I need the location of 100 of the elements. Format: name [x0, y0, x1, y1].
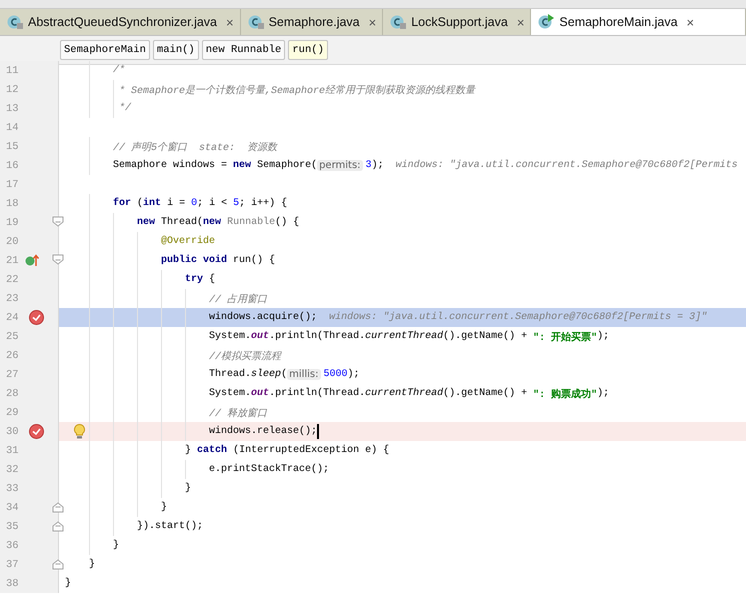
- lightbulb-icon[interactable]: [74, 424, 85, 439]
- close-icon[interactable]: ×: [368, 14, 376, 30]
- code-token: out: [251, 331, 270, 342]
- line-number: 19: [5, 216, 19, 228]
- code-token: */: [119, 103, 132, 114]
- line-number: 23: [5, 292, 19, 304]
- parameter-hint: permits:: [317, 160, 363, 171]
- fold-marker-icon[interactable]: [52, 501, 64, 513]
- locked-class-icon: [6, 14, 23, 30]
- line-number: 12: [5, 84, 19, 96]
- close-icon[interactable]: ×: [516, 14, 524, 30]
- code-token: }).start();: [137, 521, 204, 532]
- code-token: new: [203, 217, 222, 228]
- code-token: }: [185, 445, 192, 456]
- code-token: 0: [191, 198, 198, 209]
- line-number: 32: [5, 464, 19, 476]
- line-number: 25: [5, 330, 19, 342]
- code-token: (InterruptedException e) {: [232, 445, 390, 456]
- line-number: 17: [5, 178, 19, 190]
- locked-class-icon: [389, 14, 406, 30]
- line-number: 35: [5, 520, 19, 532]
- code-token: ": 开始买票": [533, 330, 598, 344]
- breakpoint-icon[interactable]: [29, 424, 44, 439]
- close-icon[interactable]: ×: [686, 14, 694, 30]
- line-number: 33: [5, 482, 19, 494]
- line-number: 30: [5, 426, 19, 438]
- code-token: int: [143, 198, 162, 209]
- code-token: ().getName() +: [443, 388, 528, 399]
- code-token: out: [251, 388, 270, 399]
- code-token: }: [185, 483, 192, 494]
- code-token: );: [597, 388, 610, 399]
- code-token: currentThread: [365, 388, 444, 399]
- code-token: 5000: [324, 369, 348, 380]
- line-number: 31: [5, 444, 19, 456]
- debug-value: windows: "java.util.concurrent.Semaphore@70c680f2[Permits = 3]": [328, 312, 708, 323]
- code-token: windows.acquire();: [209, 312, 318, 323]
- class-run-icon: [537, 14, 554, 30]
- code-token: 5: [233, 198, 240, 209]
- code-token: Thread.: [209, 369, 252, 380]
- code-token: {: [208, 274, 216, 285]
- breakpoint-icon[interactable]: [29, 310, 44, 325]
- code-token: @Override: [161, 236, 216, 247]
- code-token: Semaphore(: [256, 160, 318, 171]
- implements-method-icon[interactable]: [25, 254, 39, 267]
- code-token: // 声明5个窗口 state: 资源数: [113, 140, 278, 154]
- code-token: .println(Thread.: [269, 331, 366, 342]
- code-token: (: [281, 369, 288, 380]
- fold-marker-icon[interactable]: [52, 520, 64, 532]
- code-token: try: [185, 274, 204, 285]
- code-token: Semaphore windows =: [113, 160, 228, 171]
- line-number: 38: [5, 578, 19, 590]
- line-number: 24: [5, 312, 19, 324]
- file-tab[interactable]: SemaphoreMain.java ×: [531, 9, 746, 35]
- line-number: 27: [5, 368, 19, 380]
- code-token: }: [65, 578, 72, 589]
- code-token: e.printStackTrace();: [209, 464, 330, 475]
- fold-marker-icon[interactable]: [52, 254, 64, 266]
- line-number: 16: [5, 160, 19, 172]
- debug-value: windows: "java.util.concurrent.Semaphore@70c680f2[Permits: [394, 160, 738, 171]
- code-token: ; i <: [197, 198, 228, 209]
- line-number: 20: [5, 236, 19, 248]
- line-number: 21: [5, 254, 19, 266]
- breadcrumb[interactable]: SemaphoreMain: [60, 40, 150, 60]
- close-icon[interactable]: ×: [226, 14, 234, 30]
- code-token: //模拟买票流程: [209, 350, 282, 362]
- code-token: // 占用窗口: [209, 292, 268, 306]
- line-number: 14: [5, 122, 19, 134]
- file-tab[interactable]: Semaphore.java ×: [240, 9, 384, 35]
- code-token: public void: [161, 255, 228, 266]
- line-number: 37: [5, 558, 19, 570]
- breadcrumb[interactable]: new Runnable: [202, 40, 286, 60]
- line-number: 15: [5, 140, 19, 152]
- code-token: ; i++) {: [239, 198, 288, 209]
- code-token: catch: [197, 445, 228, 456]
- code-token: windows.release();: [209, 426, 318, 437]
- code-token: () {: [275, 217, 300, 228]
- code-token: .println(Thread.: [269, 388, 366, 399]
- code-token: }: [89, 559, 96, 570]
- code-token: System.: [209, 331, 252, 342]
- code-token: sleep: [251, 369, 282, 380]
- code-token: // 释放窗口: [209, 406, 268, 420]
- locked-class-icon: [246, 14, 264, 30]
- code-token: ().getName() +: [443, 331, 528, 342]
- code-token: System.: [209, 388, 252, 399]
- breadcrumb[interactable]: run(): [288, 40, 328, 60]
- code-token: new: [137, 217, 156, 228]
- fold-marker-icon[interactable]: [52, 216, 64, 228]
- code-token: * Semaphore是一个计数信号量,Semaphore经常用于限制获取资源的线程数量: [119, 84, 476, 96]
- line-number: 36: [5, 540, 19, 552]
- code-token: );: [597, 331, 610, 342]
- fold-marker-icon[interactable]: [52, 558, 64, 570]
- code-token: );: [348, 369, 360, 380]
- breadcrumb[interactable]: main(): [152, 40, 199, 60]
- code-token: run() {: [232, 255, 276, 266]
- line-number: 28: [5, 388, 19, 400]
- code-token: ": 购票成功": [533, 388, 598, 400]
- code-token: );: [372, 160, 384, 171]
- code-token: (: [136, 198, 144, 209]
- parameter-hint: millis:: [287, 369, 321, 380]
- code-token: }: [113, 540, 120, 551]
